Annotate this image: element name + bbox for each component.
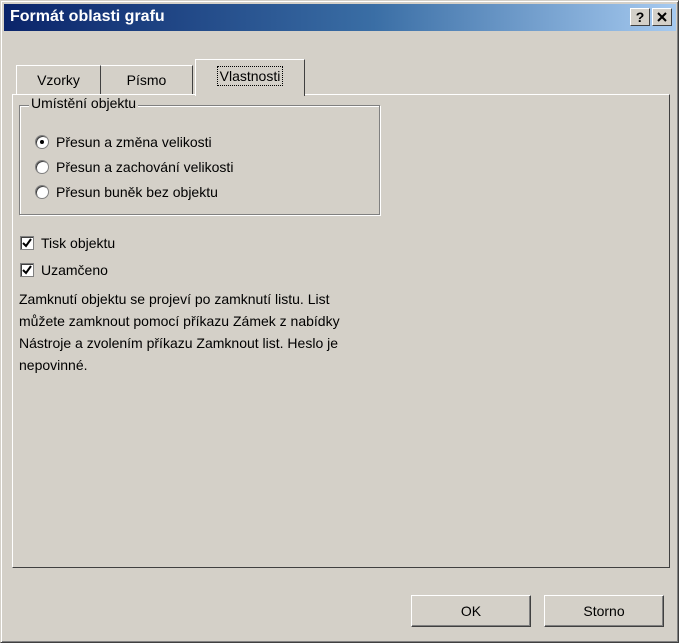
description-line: nepovinné.: [19, 357, 88, 373]
checkbox-locked[interactable]: Uzamčeno: [20, 260, 108, 280]
title-bar[interactable]: Formát oblasti grafu ?: [4, 4, 676, 31]
radio-dont-move[interactable]: Přesun buněk bez objektu: [35, 182, 218, 202]
help-button[interactable]: ?: [630, 8, 650, 26]
checkbox-label: Tisk objektu: [41, 235, 116, 251]
checkbox[interactable]: [20, 263, 34, 277]
placement-group-label: Umístění objektu: [29, 95, 139, 111]
description-line: Nástroje a zvolením příkazu Zamknout lis…: [19, 335, 339, 351]
dialog-title: Formát oblasti grafu: [10, 8, 165, 25]
tab-label: Vlastnosti: [216, 66, 284, 86]
lock-description: Zamknutí objektu se projeví po zamknutí …: [19, 288, 459, 376]
checkmark-icon: [22, 238, 32, 248]
radio-label: Přesun a změna velikosti: [56, 134, 212, 150]
cancel-button[interactable]: Storno: [544, 595, 664, 627]
radio-button[interactable]: [35, 185, 49, 199]
close-button[interactable]: [652, 8, 672, 26]
radio-label: Přesun buněk bez objektu: [56, 184, 218, 200]
tab-label: Písmo: [126, 72, 167, 88]
checkbox[interactable]: [20, 236, 34, 250]
radio-label: Přesun a zachování velikosti: [56, 159, 234, 175]
radio-move-no-size[interactable]: Přesun a zachování velikosti: [35, 157, 233, 177]
radio-button[interactable]: [35, 160, 49, 174]
radio-button[interactable]: [35, 135, 49, 149]
tab-vzorky[interactable]: Vzorky: [16, 65, 101, 95]
radio-move-and-size[interactable]: Přesun a změna velikosti: [35, 132, 212, 152]
tab-pismo[interactable]: Písmo: [101, 65, 193, 95]
ok-button[interactable]: OK: [411, 595, 531, 627]
checkbox-print-object[interactable]: Tisk objektu: [20, 233, 115, 253]
close-icon: [657, 12, 667, 22]
description-line: můžete zamknout pomocí příkazu Zámek z n…: [19, 313, 340, 329]
checkmark-icon: [22, 265, 32, 275]
dialog-window: Formát oblasti grafu ? Vzorky Písmo Vlas…: [0, 0, 679, 643]
checkbox-label: Uzamčeno: [41, 262, 108, 278]
description-line: Zamknutí objektu se projeví po zamknutí …: [19, 291, 330, 307]
tab-vlastnosti[interactable]: Vlastnosti: [195, 59, 305, 96]
tab-label: Vzorky: [37, 72, 80, 88]
